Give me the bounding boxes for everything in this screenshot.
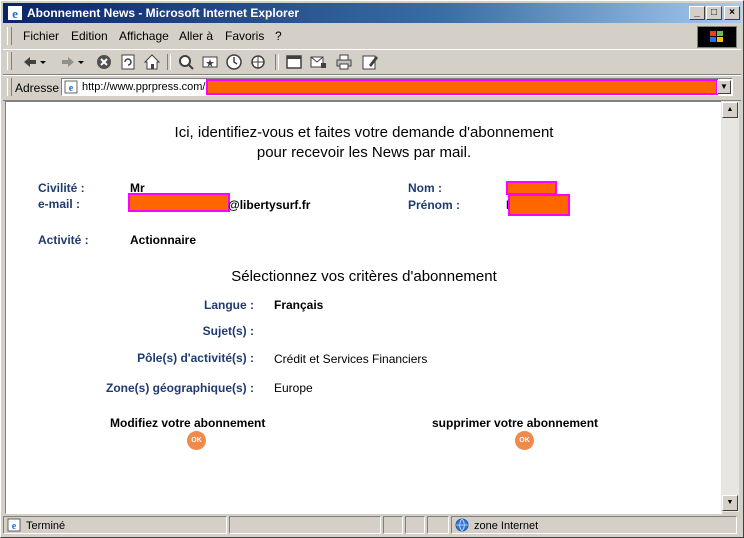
internet-zone-icon <box>455 518 469 532</box>
langue-value: Français <box>274 298 324 312</box>
window-title: Abonnement News - Microsoft Internet Exp… <box>27 6 300 20</box>
status-panel-zone: zone Internet <box>451 516 737 534</box>
menu-help[interactable]: ? <box>275 29 282 43</box>
modify-ok-button[interactable]: OK <box>187 431 206 450</box>
svg-text:e: e <box>12 6 18 21</box>
criteria-heading: Sélectionnez vos critères d'abonnement <box>231 268 497 285</box>
menu-edition[interactable]: Edition <box>71 29 108 43</box>
status-bar: e Terminé zone Internet <box>3 515 741 535</box>
zones-label: Zone(s) géographique(s) : <box>106 381 254 395</box>
page-icon: e <box>7 518 21 532</box>
modify-subscription-label: Modifiez votre abonnement <box>110 416 266 430</box>
email-domain: @libertysurf.fr <box>228 198 311 212</box>
civilite-label: Civilité : <box>38 181 85 195</box>
page-heading-line1: Ici, identifiez-vous et faites votre dem… <box>174 124 554 141</box>
status-panel-small <box>405 516 425 534</box>
address-input[interactable]: e http://www.pprpress.com/ ▼ <box>61 78 733 96</box>
title-bar[interactable]: e Abonnement News - Microsoft Internet E… <box>3 3 741 23</box>
home-icon[interactable] <box>143 53 161 71</box>
status-text: Terminé <box>26 520 66 532</box>
menu-aller-a[interactable]: Aller à <box>179 29 213 43</box>
delete-ok-button[interactable]: OK <box>515 431 534 450</box>
status-panel-small <box>427 516 449 534</box>
close-button[interactable]: × <box>724 6 740 20</box>
status-panel-small <box>383 516 403 534</box>
stop-icon[interactable] <box>95 53 113 71</box>
vertical-scrollbar[interactable]: ▲ ▼ <box>721 101 739 512</box>
toolbar-separator <box>275 54 279 70</box>
toolbar-grip[interactable] <box>7 52 12 70</box>
favorites-icon[interactable] <box>201 53 219 71</box>
internet-explorer-icon: e <box>8 6 22 21</box>
svg-text:e: e <box>12 521 17 532</box>
toolbar-separator <box>167 54 171 70</box>
edit-icon[interactable] <box>361 53 379 71</box>
fullscreen-icon[interactable] <box>285 53 303 71</box>
refresh-icon[interactable] <box>119 53 137 71</box>
windows-logo-icon <box>697 26 737 48</box>
prenom-redaction <box>508 194 570 216</box>
email-label: e-mail : <box>38 197 81 211</box>
poles-label: Pôle(s) d'activité(s) : <box>137 351 254 365</box>
page-icon: e <box>64 80 78 94</box>
menu-aller-a-label: Aller à <box>179 29 214 43</box>
activite-value: Actionnaire <box>130 233 197 247</box>
page-content: Ici, identifiez-vous et faites votre dem… <box>5 101 722 514</box>
zone-text: zone Internet <box>474 520 539 532</box>
menu-favoris[interactable]: Favoris <box>225 29 264 43</box>
forward-dropdown-icon[interactable] <box>77 53 85 71</box>
status-panel-progress <box>229 516 381 534</box>
maximize-button[interactable]: □ <box>706 6 722 20</box>
nom-redaction <box>506 181 557 195</box>
status-panel-main: e Terminé <box>3 516 227 534</box>
prenom-label: Prénom : <box>408 198 461 212</box>
browser-window: e Abonnement News - Microsoft Internet E… <box>0 0 744 538</box>
menu-affichage-label: Affichage <box>119 29 169 43</box>
mail-icon[interactable] <box>309 53 327 71</box>
address-url: http://www.pprpress.com/ <box>82 81 206 93</box>
menu-fichier[interactable]: Fichier <box>23 29 59 43</box>
minimize-button[interactable]: _ <box>689 6 705 20</box>
delete-subscription-label: supprimer votre abonnement <box>432 416 599 430</box>
menu-fichier-label: Fichier <box>23 29 60 43</box>
menu-affichage[interactable]: Affichage <box>119 29 169 43</box>
scroll-up-button[interactable]: ▲ <box>722 102 738 118</box>
standard-toolbar <box>3 49 741 75</box>
search-icon[interactable] <box>177 53 195 71</box>
address-bar: Adresse e http://www.pprpress.com/ ▼ <box>3 75 741 101</box>
email-redaction <box>128 193 230 212</box>
channels-icon[interactable] <box>249 53 267 71</box>
nom-label: Nom : <box>408 181 442 195</box>
history-icon[interactable] <box>225 53 243 71</box>
sujets-label: Sujet(s) : <box>202 324 254 338</box>
redaction-box <box>206 79 718 95</box>
menu-bar: Fichier Edition Affichage Aller à Favori… <box>3 25 741 48</box>
zones-value: Europe <box>274 381 313 395</box>
scroll-down-button[interactable]: ▼ <box>722 495 738 511</box>
poles-value: Crédit et Services Financiers <box>274 352 428 366</box>
langue-label: Langue : <box>204 298 254 312</box>
address-dropdown-button[interactable]: ▼ <box>717 80 731 94</box>
menu-help-label: ? <box>275 29 282 43</box>
back-dropdown-icon[interactable] <box>39 53 47 71</box>
forward-icon[interactable] <box>59 53 77 71</box>
svg-text:e: e <box>69 83 74 94</box>
menu-grip[interactable] <box>7 27 12 45</box>
back-icon[interactable] <box>21 53 39 71</box>
menu-favoris-label: Favoris <box>225 29 265 43</box>
menu-edition-label: Edition <box>71 29 108 43</box>
address-grip[interactable] <box>7 78 12 96</box>
print-icon[interactable] <box>335 53 353 71</box>
activite-label: Activité : <box>38 233 89 247</box>
address-label: Adresse <box>15 81 60 95</box>
page-heading-line2: pour recevoir les News par mail. <box>256 144 472 161</box>
